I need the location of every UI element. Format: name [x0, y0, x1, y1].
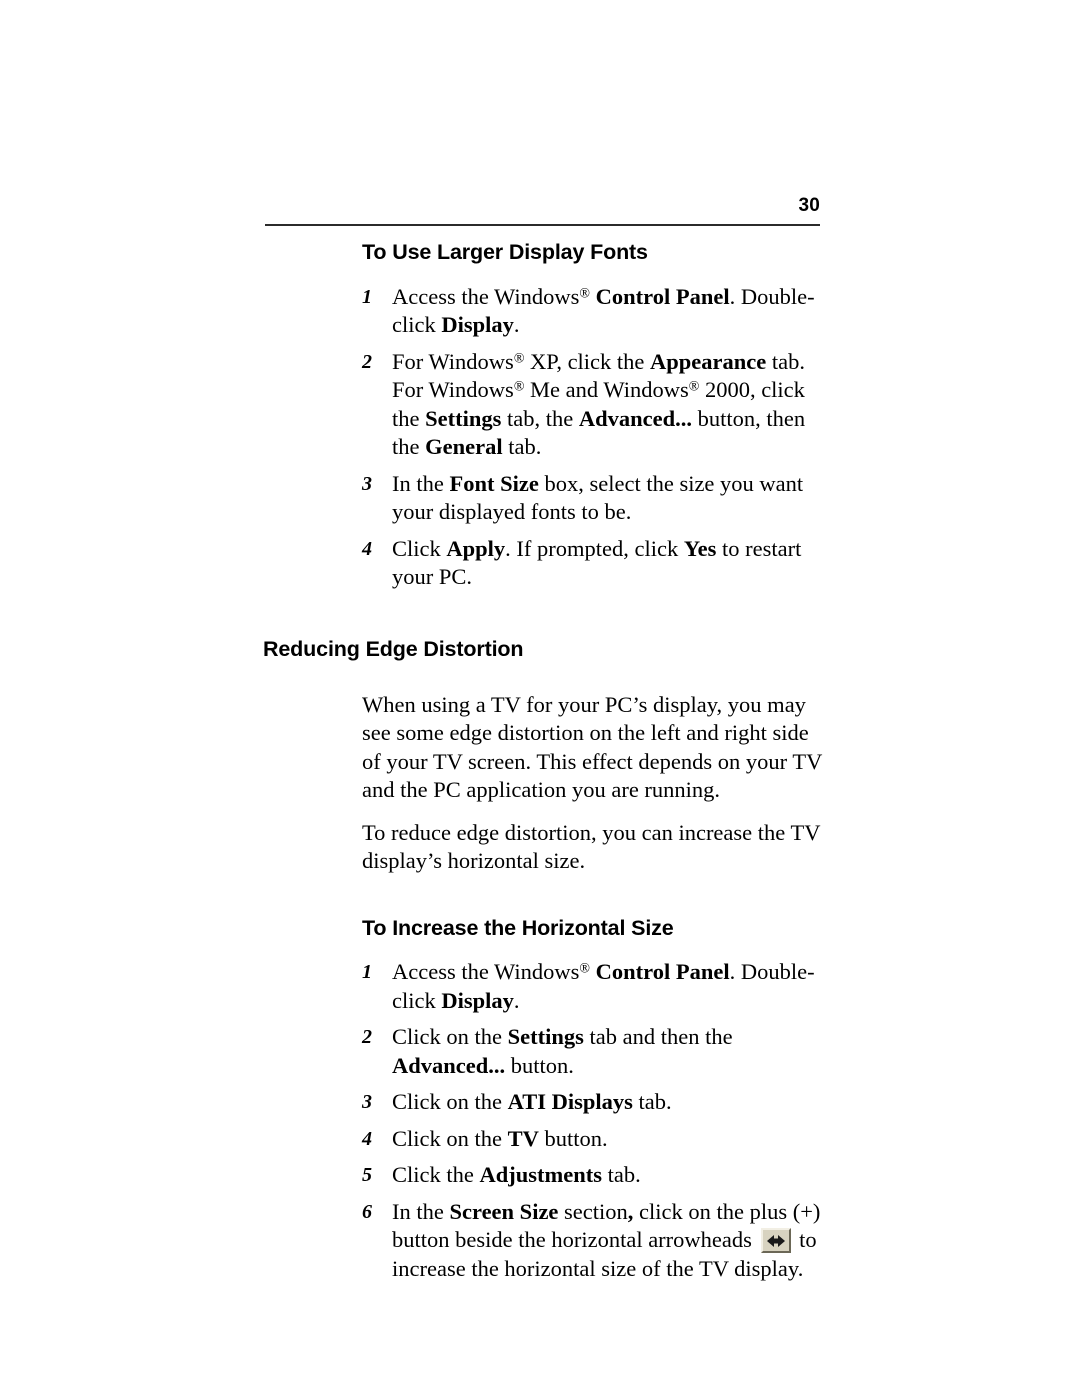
list-item-number: 1: [362, 961, 372, 984]
list-item-text: Click Apply. If prompted, click Yes to r…: [392, 535, 802, 590]
heading-increase-horizontal-size: To Increase the Horizontal Size: [362, 915, 674, 940]
heading-reducing-edge-distortion: Reducing Edge Distortion: [263, 636, 524, 661]
list-item-number: 2: [362, 1026, 372, 1049]
registered-trademark-icon: ®: [513, 351, 525, 367]
emphasis-text: Font Size: [449, 470, 539, 496]
emphasis-text: Settings: [425, 405, 502, 431]
list-item: 6 In the Screen Size section, click on th…: [362, 1198, 823, 1284]
registered-trademark-icon: ®: [579, 286, 590, 302]
list-item-text: Click on the Settings tab and then the A…: [392, 1024, 733, 1078]
list-item-text: Click on the ATI Displays tab.: [392, 1089, 672, 1115]
list-item: 4 Click Apply. If prompted, click Yes to …: [362, 535, 823, 592]
paragraphs-reducing-edge-distortion: When using a TV for your PC’s display, y…: [263, 691, 823, 876]
emphasis-text: Display: [441, 312, 514, 338]
list-item-text: In the Screen Size section, click on the…: [392, 1198, 821, 1281]
list-item-number: 5: [362, 1164, 372, 1187]
list-item-number: 3: [362, 472, 372, 495]
list-item-number: 4: [362, 537, 372, 560]
document-page: 30 To Use Larger Display Fonts 1 Access t…: [0, 0, 1080, 1397]
list-item-number: 6: [362, 1200, 372, 1223]
body-paragraph: To reduce edge distortion, you can incre…: [362, 819, 821, 874]
emphasis-text: Yes: [683, 535, 717, 561]
list-item-text: Click the Adjustments tab.: [392, 1162, 641, 1188]
header-divider: [265, 224, 820, 226]
list-item-text: Access the Windows® Control Panel. Doubl…: [392, 959, 815, 1013]
list-item: 3 In the Font Size box, select the size y…: [362, 470, 823, 527]
list-item: 3 Click on the ATI Displays tab.: [362, 1088, 823, 1117]
emphasis-text: General: [425, 434, 503, 460]
list-item: 2 For Windows® XP, click the Appearance t…: [362, 348, 823, 462]
list-item-text: Access the Windows® Control Panel. Doubl…: [392, 283, 815, 338]
emphasis-text: TV: [507, 1125, 539, 1151]
heading-use-larger-display-fonts: To Use Larger Display Fonts: [362, 240, 648, 264]
steps-use-larger-display-fonts: 1 Access the Windows® Control Panel. Doub…: [263, 283, 823, 592]
page-content: To Use Larger Display Fonts 1 Access the …: [263, 240, 823, 1283]
emphasis-text: Appearance: [650, 348, 767, 374]
emphasis-text: ,: [627, 1198, 634, 1224]
list-item-text: In the Font Size box, select the size yo…: [392, 470, 804, 525]
emphasis-text: Apply: [446, 535, 506, 561]
list-item-number: 2: [362, 350, 372, 373]
page-number: 30: [798, 195, 820, 216]
steps-increase-horizontal-size: 1 Access the Windows® Control Panel. Doub…: [263, 958, 823, 1283]
emphasis-text: Adjustments: [479, 1162, 602, 1188]
emphasis-text: Advanced...: [392, 1052, 506, 1078]
emphasis-text: Settings: [507, 1024, 584, 1050]
page-header: 30: [265, 196, 820, 226]
emphasis-text: Control Panel: [595, 959, 730, 985]
list-item: 1 Access the Windows® Control Panel. Doub…: [362, 283, 823, 340]
emphasis-text: Display: [441, 987, 514, 1013]
list-item: 5 Click the Adjustments tab.: [362, 1161, 823, 1190]
list-item: 1 Access the Windows® Control Panel. Doub…: [362, 958, 823, 1015]
registered-trademark-icon: ®: [688, 379, 700, 395]
emphasis-text: Control Panel: [595, 283, 730, 309]
list-item-text: For Windows® XP, click the Appearance ta…: [392, 348, 806, 460]
list-item: 4 Click on the TV button.: [362, 1125, 823, 1154]
list-item-number: 3: [362, 1091, 372, 1114]
emphasis-text: Advanced...: [578, 405, 693, 431]
registered-trademark-icon: ®: [579, 961, 590, 977]
list-item: 2 Click on the Settings tab and then the …: [362, 1023, 823, 1080]
body-paragraph: When using a TV for your PC’s display, y…: [362, 691, 822, 803]
list-item-number: 4: [362, 1127, 372, 1150]
list-item-number: 1: [362, 285, 372, 308]
list-item-text: Click on the TV button.: [392, 1125, 608, 1151]
registered-trademark-icon: ®: [513, 379, 525, 395]
horizontal-arrowheads-button-icon: [760, 1228, 791, 1254]
emphasis-text: Screen Size: [449, 1198, 559, 1224]
emphasis-text: ATI Displays: [507, 1089, 633, 1115]
